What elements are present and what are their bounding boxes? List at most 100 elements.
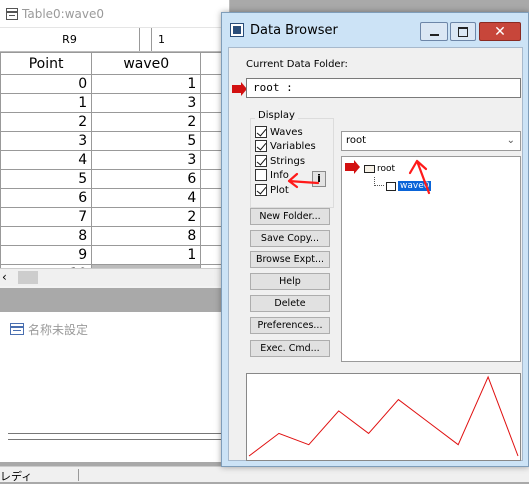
notebook-icon (10, 323, 24, 335)
scroll-left-icon[interactable]: ‹ (2, 270, 7, 284)
tree-connector (374, 177, 384, 186)
point-cell[interactable]: 9 (0, 245, 93, 265)
tree-item-label: wave0 (398, 181, 432, 191)
close-button[interactable]: ✕ (479, 22, 521, 41)
wave0-cell[interactable]: 5 (91, 131, 202, 151)
ruler-line (8, 439, 221, 440)
checkbox-label: Variables (270, 140, 316, 152)
point-cell[interactable]: 1 (0, 93, 93, 113)
table-row[interactable]: 43 (0, 150, 229, 170)
data-tree[interactable]: root wave0 (341, 156, 521, 362)
tree-item-wave0[interactable]: wave0 (386, 181, 432, 191)
table-window: Table0:wave0 R9 1 Point wave0 0113223543… (0, 0, 230, 288)
horizontal-scrollbar[interactable]: ‹ (0, 268, 229, 286)
checkbox-strings[interactable]: Strings (255, 155, 305, 167)
exec-cmd-button[interactable]: Exec. Cmd... (250, 340, 330, 357)
table-row[interactable]: 01 (0, 74, 229, 94)
plot-svg (248, 375, 519, 457)
scroll-thumb[interactable] (18, 271, 38, 284)
wave-plot-preview (246, 373, 521, 461)
status-separator (78, 469, 79, 481)
current-folder-marker-icon (232, 82, 247, 96)
folder-icon (364, 165, 375, 173)
status-bar: レディ (0, 466, 529, 483)
wave0-cell[interactable]: 8 (91, 226, 202, 246)
table-row[interactable]: 13 (0, 93, 229, 113)
new-folder-button[interactable]: New Folder... (250, 208, 330, 225)
checkbox-box[interactable] (255, 140, 267, 152)
table-row[interactable]: 64 (0, 188, 229, 208)
checkbox-waves[interactable]: Waves (255, 126, 303, 138)
checkbox-label: Plot (270, 184, 289, 196)
close-icon: ✕ (494, 23, 506, 40)
column-header-point[interactable]: Point (0, 52, 93, 75)
info-button[interactable]: i (312, 171, 326, 187)
wave0-cell[interactable]: 1 (91, 74, 202, 94)
table-row[interactable]: 22 (0, 112, 229, 132)
table-window-titlebar[interactable]: Table0:wave0 (0, 0, 229, 28)
table-row[interactable]: 72 (0, 207, 229, 227)
data-browser-window: Data Browser ✕ Current Data Folder: root… (221, 12, 529, 467)
minimize-button[interactable] (420, 22, 448, 41)
table-row[interactable]: 35 (0, 131, 229, 151)
current-folder-label: Current Data Folder: (246, 59, 348, 70)
browse-expt-button[interactable]: Browse Expt... (250, 251, 330, 268)
point-cell[interactable]: 6 (0, 188, 93, 208)
checkbox-box[interactable] (255, 169, 267, 181)
column-header-wave0[interactable]: wave0 (91, 52, 202, 75)
data-browser-title: Data Browser (250, 22, 338, 38)
wave0-trace (248, 375, 519, 457)
checkbox-box[interactable] (255, 184, 267, 196)
point-cell[interactable]: 0 (0, 74, 93, 94)
tree-current-marker-icon (345, 160, 360, 174)
wave0-cell[interactable]: 1 (91, 245, 202, 265)
entry-field[interactable]: 1 (152, 28, 229, 51)
point-cell[interactable]: 3 (0, 131, 93, 151)
wave0-cell[interactable]: 6 (91, 169, 202, 189)
wave-icon (386, 181, 396, 191)
point-cell[interactable]: 5 (0, 169, 93, 189)
point-cell[interactable]: 2 (0, 112, 93, 132)
checkbox-plot[interactable]: Plot (255, 184, 289, 196)
entry-separator (140, 28, 152, 51)
cell-reference: R9 (0, 28, 140, 51)
folder-select-value: root (346, 135, 367, 146)
wave0-cell[interactable]: 3 (91, 150, 202, 170)
table-icon (6, 7, 18, 20)
checkbox-label: Info (270, 169, 289, 181)
current-folder-field[interactable]: root : (246, 78, 521, 98)
save-copy-button[interactable]: Save Copy... (250, 230, 330, 247)
checkbox-box[interactable] (255, 126, 267, 138)
delete-button[interactable]: Delete (250, 295, 330, 312)
folder-select[interactable]: root ⌄ (341, 131, 521, 151)
wave0-cell[interactable]: 4 (91, 188, 202, 208)
table-row[interactable]: 88 (0, 226, 229, 246)
ruler-line (8, 433, 221, 434)
data-browser-body: Current Data Folder: root : Display Wave… (228, 47, 523, 461)
point-cell[interactable]: 8 (0, 226, 93, 246)
tree-item-root[interactable]: root (364, 164, 395, 174)
display-group-label: Display (255, 110, 298, 121)
notebook-titlebar[interactable]: 名称未設定 (0, 312, 227, 346)
table-window-title: Table0:wave0 (22, 6, 104, 21)
preferences-button[interactable]: Preferences... (250, 317, 330, 334)
checkbox-label: Strings (270, 155, 306, 167)
point-cell[interactable]: 4 (0, 150, 93, 170)
entry-line: R9 1 (0, 28, 229, 52)
wave0-cell[interactable]: 2 (91, 207, 202, 227)
checkbox-info[interactable]: Info (255, 169, 289, 181)
checkbox-box[interactable] (255, 155, 267, 167)
table-row[interactable]: 56 (0, 169, 229, 189)
wave0-cell[interactable]: 2 (91, 112, 202, 132)
notebook-window: 名称未設定 (0, 312, 228, 462)
point-cell[interactable]: 7 (0, 207, 93, 227)
table-row[interactable]: 91 (0, 245, 229, 265)
chevron-down-icon[interactable]: ⌄ (507, 132, 515, 150)
maximize-button[interactable] (450, 22, 476, 41)
wave0-cell[interactable]: 3 (91, 93, 202, 113)
notebook-title: 名称未設定 (28, 322, 89, 337)
checkbox-variables[interactable]: Variables (255, 140, 316, 152)
help-button[interactable]: Help (250, 273, 330, 290)
data-browser-icon (230, 23, 244, 37)
checkbox-label: Waves (270, 126, 303, 138)
